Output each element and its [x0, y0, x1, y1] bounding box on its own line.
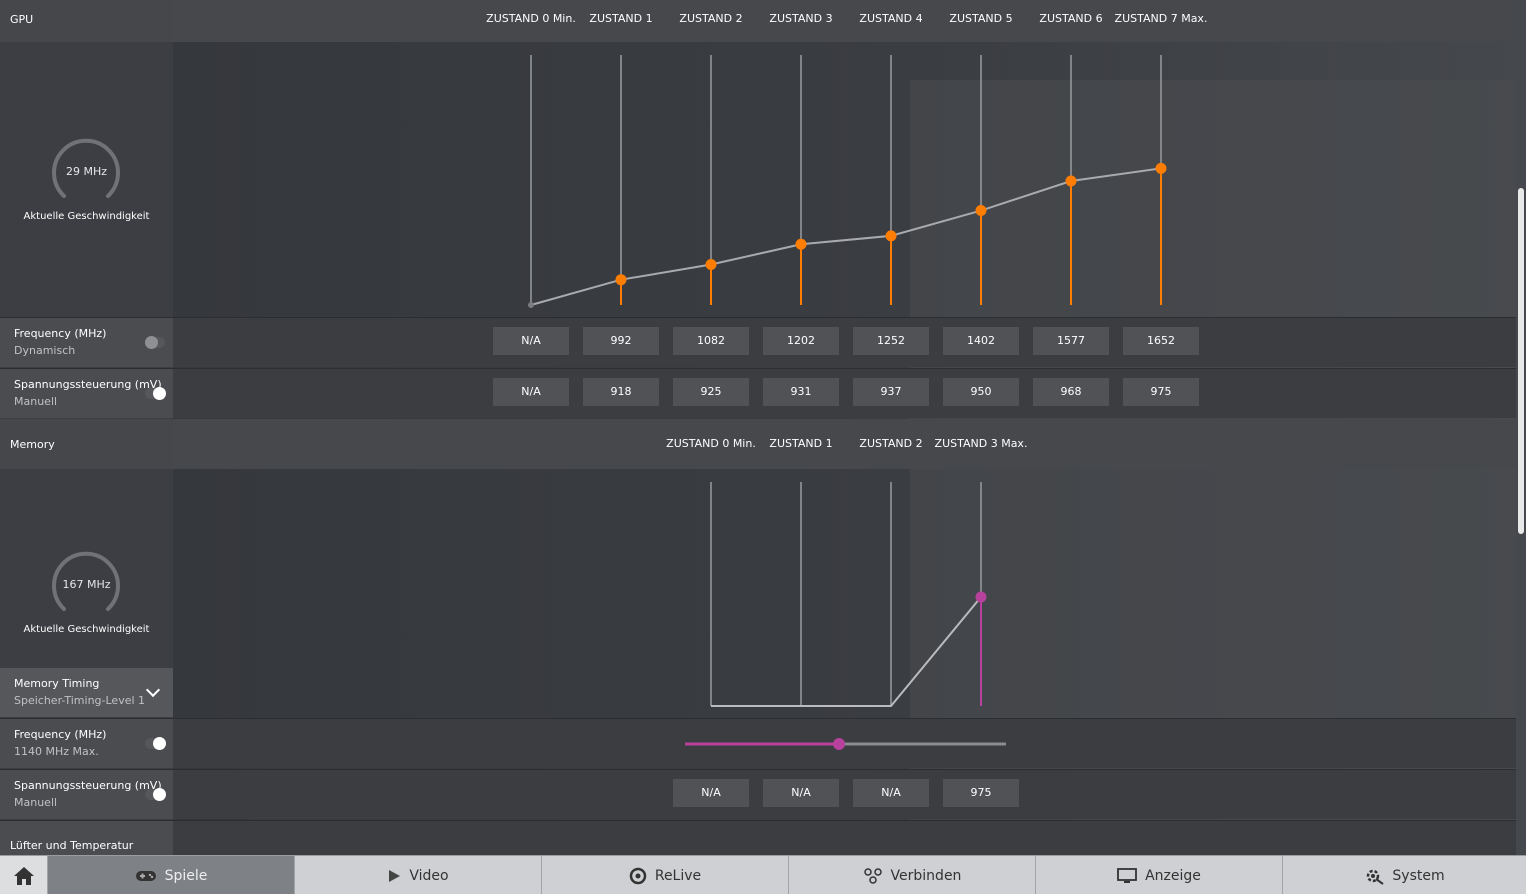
- gamepad-icon: [135, 870, 156, 881]
- voltage-value-box: N/A: [673, 779, 749, 807]
- slider-thumb[interactable]: [833, 738, 846, 750]
- tab-label: Spiele: [164, 867, 208, 884]
- memory-timing-row: Memory Timing Speicher-Timing-Level 1: [0, 668, 1516, 717]
- chevron-down-icon: [145, 682, 161, 698]
- memory-voltage-mode: Manuell: [14, 796, 58, 809]
- gear-icon: [1367, 869, 1384, 885]
- tab-label: System: [1392, 867, 1445, 884]
- tab-label: ReLive: [654, 867, 702, 884]
- tab-label: Verbinden: [890, 867, 962, 884]
- memory-frequency-slider[interactable]: [680, 734, 1012, 754]
- play-icon: [389, 869, 401, 882]
- memory-timing-label: Memory Timing: [14, 677, 100, 690]
- memory-voltage-row: Spannungssteuerung (mV) Manuell N/A N/A N/…: [0, 769, 1516, 819]
- voltage-value-box: N/A: [763, 779, 839, 807]
- memory-timing-value: Speicher-Timing-Level 1: [14, 694, 146, 707]
- home-icon: [13, 866, 34, 885]
- memory-state-point[interactable]: [975, 591, 987, 603]
- tab-anzeige[interactable]: Anzeige: [1035, 856, 1282, 894]
- voltage-value-box: N/A: [853, 779, 929, 807]
- memory-frequency-mode: 1140 MHz Max.: [14, 745, 99, 758]
- memory-frequency-row-left: Frequency (MHz) 1140 MHz Max.: [0, 719, 173, 768]
- toggle-knob: [153, 737, 166, 750]
- home-button[interactable]: [0, 856, 47, 894]
- monitor-icon: [1117, 867, 1137, 883]
- memory-frequency-toggle[interactable]: [145, 737, 166, 750]
- tab-verbinden[interactable]: Verbinden: [788, 856, 1035, 894]
- memory-chart: [710, 482, 987, 707]
- fan-section-title: Lüfter und Temperatur: [10, 839, 134, 852]
- connect-icon: [863, 867, 882, 884]
- fan-section-row: Lüfter und Temperatur: [0, 820, 1516, 855]
- tab-system[interactable]: System: [1282, 856, 1526, 894]
- relive-icon: [629, 867, 647, 884]
- tab-video[interactable]: Video: [294, 856, 541, 894]
- tab-relive[interactable]: ReLive: [541, 856, 788, 894]
- voltage-value-box[interactable]: 975: [943, 779, 1019, 807]
- memory-timing-select[interactable]: Memory Timing Speicher-Timing-Level 1: [0, 668, 173, 717]
- tab-label: Anzeige: [1145, 867, 1201, 884]
- memory-frequency-row: Frequency (MHz) 1140 MHz Max.: [0, 718, 1516, 768]
- memory-voltage-row-left: Spannungssteuerung (mV) Manuell: [0, 770, 173, 819]
- toggle-knob: [153, 788, 166, 801]
- taskbar: Spiele Video ReLive Verbinden Anzeige Sy…: [0, 855, 1526, 894]
- memory-voltage-label: Spannungssteuerung (mV): [14, 779, 162, 792]
- memory-voltage-toggle[interactable]: [145, 788, 166, 801]
- tab-label: Video: [409, 867, 449, 884]
- tab-spiele[interactable]: Spiele: [47, 856, 294, 894]
- memory-frequency-label: Frequency (MHz): [14, 728, 107, 741]
